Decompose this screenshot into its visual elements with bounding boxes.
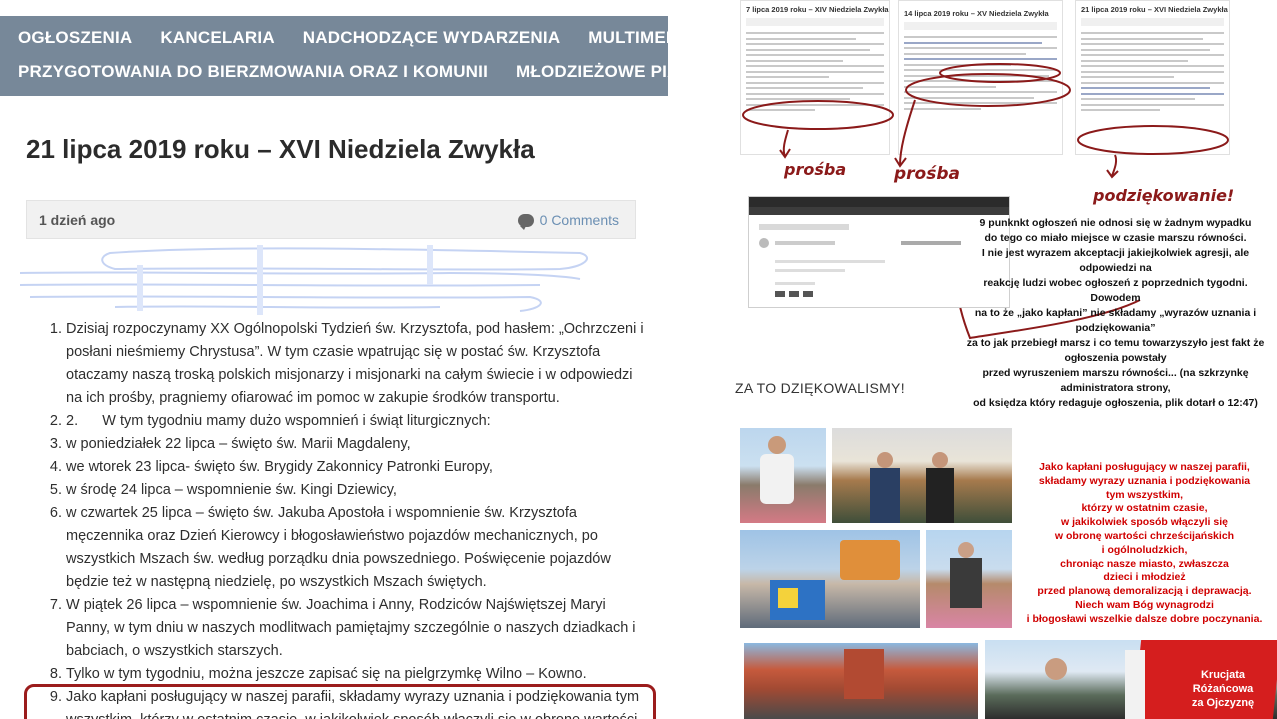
item-number: 7. [49,597,62,613]
list-item: 7. W piątek 26 lipca – wspomnienie św. Jo… [26,594,646,663]
comment-icon [517,213,534,230]
photo-group [832,428,1012,523]
highlight-box [24,684,656,719]
item-text: Dzisiaj rozpoczynamy XX Ogólnopolski Tyd… [66,321,644,406]
item-number: 8. [49,666,62,682]
scribbled-out-text [20,245,588,315]
thanks-line: przed planową demoralizacją i deprawacją… [1037,585,1252,598]
thanks-line: dzieci i młodzież [1103,571,1186,584]
item-text: w poniedziałek 22 lipca – święto św. Mar… [66,436,411,452]
item-number: 1. [49,321,62,337]
item-number: 3. [49,436,62,452]
explanation-line: 9 punknkt ogłoszeń nie odnosi się w żadn… [979,217,1252,229]
explanation-line: na to że „jako kapłani” nie składamy „wy… [974,307,1257,334]
explanation-line: od księdza który redaguje ogłoszenia, pl… [973,397,1258,409]
red-thanks-text: Jako kapłani posługujący w naszej parafi… [1012,428,1277,628]
item-text: Tylko w tym tygodniu, można jeszcze zapi… [66,666,587,682]
item-number: 5. [49,482,62,498]
nav-item-ogloszenia[interactable]: OGŁOSZENIA [18,28,132,48]
banner-line: Krucjata Różańcowa [1192,669,1254,695]
thanks-line: składamy wyrazy uznania i podziękowania [1038,474,1251,487]
item-number: 6. [49,505,62,521]
announcements-list: 1. Dzisiaj rozpoczynamy XX Ogólnopolski T… [26,318,646,719]
comments-link[interactable]: 0 Comments [517,212,619,230]
main-navigation: OGŁOSZENIA KANCELARIA NADCHODZĄCE WYDARZ… [0,16,700,96]
thanks-line: i błogosławi wszelkie dalsze dobre poczy… [1026,612,1263,625]
nav-item-kancelaria[interactable]: KANCELARIA [160,28,274,48]
item-number: 2. [49,413,62,429]
explanation-line: do tego co miało miejsce w czasie marszu… [984,232,1247,244]
item-text: we wtorek 23 lipca- święto św. Brygidy Z… [66,459,493,475]
explanation-line: przed wyruszeniem marszu równości... (na… [982,367,1249,394]
thanks-heading: ZA TO DZIĘKOWALISMY! [735,380,905,396]
list-item: 3. w poniedziałek 22 lipca – święto św. M… [26,433,646,456]
list-item: 5. w środę 24 lipca – wspomnienie św. Kin… [26,479,646,502]
collage-panel: 7 lipca 2019 roku – XIV Niedziela Zwykła… [700,0,1277,719]
thanks-line: w jakikolwiek sposób włączyli się [1061,516,1228,529]
thanks-line: chroniąc nasze miasto, zwłaszcza [1060,557,1229,570]
list-item: 4. we wtorek 23 lipca- święto św. Brygidy… [26,456,646,479]
photo-family [740,428,826,523]
post-date: 1 dzień ago [39,212,116,228]
window-titlebar [749,197,1009,207]
item-text: w środę 24 lipca – wspomnienie św. Kingi… [66,482,397,498]
item-text: w czwartek 25 lipca – święto św. Jakuba … [66,505,611,590]
nav-item-mlodziezowe[interactable]: MŁODZIEŻOWE PIĄTKI [516,62,700,82]
nav-item-bierzmowanie[interactable]: PRZYGOTOWANIA DO BIERZMOWANIA ORAZ I KOM… [18,62,488,82]
handwritten-note: prośba [784,160,847,179]
list-item: 2. 2. W tym tygodniu mamy dużo wspomnień … [26,410,646,433]
item-number: 4. [49,459,62,475]
banner-text: Krucjata Różańcowa za Ojczyznę [1173,668,1273,710]
photo-festival [740,530,920,628]
browser-bar [749,207,1009,215]
list-item: 1. Dzisiaj rozpoczynamy XX Ogólnopolski T… [26,318,646,410]
nav-item-multimedia[interactable]: MULTIMEDIA [588,28,695,48]
thanks-line: w obronę wartości chrześcijańskich [1054,529,1235,542]
nav-row-2: PRZYGOTOWANIA DO BIERZMOWANIA ORAZ I KOM… [18,62,700,82]
handwritten-note: prośba [894,164,960,184]
thanks-line: tym wszystkim, [1105,488,1184,501]
parish-website-panel: OGŁOSZENIA KANCELARIA NADCHODZĄCE WYDARZ… [0,0,700,719]
list-item: 6. w czwartek 25 lipca – święto św. Jakub… [26,502,646,594]
post-meta-bar: 1 dzień ago 0 Comments [26,200,636,239]
explanation-line: za to jak przebiegł marsz i co temu towa… [966,337,1265,364]
explanation-line: reakcję ludzi wobec ogłoszeń z poprzedni… [983,277,1248,304]
list-item: 8. Tylko w tym tygodniu, można jeszcze za… [26,663,646,686]
post-title: 21 lipca 2019 roku – XVI Niedziela Zwykł… [26,134,535,164]
thanks-line: i ogólnoludzkich, [1101,543,1188,556]
explanation-text: 9 punknkt ogłoszeń nie odnosi się w żadn… [958,216,1273,411]
banner-line: za Ojczyznę [1191,697,1255,709]
nav-item-wydarzenia[interactable]: NADCHODZĄCE WYDARZENIA [303,28,561,48]
comments-count: 0 Comments [539,212,619,228]
photo-church [744,643,978,719]
photo-mother-child [926,530,1012,628]
handwritten-note: podziękowanie! [1093,186,1235,205]
thanks-line: Niech wam Bóg wynagrodzi [1075,598,1214,611]
item-text: 2. W tym tygodniu mamy dużo wspomnień i … [66,413,491,429]
explanation-line: I nie jest wyrazem akceptacji jakiejkolw… [981,247,1250,274]
item-text: W piątek 26 lipca – wspomnienie św. Joac… [66,597,636,659]
nav-row-1: OGŁOSZENIA KANCELARIA NADCHODZĄCE WYDARZ… [18,28,700,48]
thanks-line: którzy w ostatnim czasie, [1081,502,1208,515]
thanks-line: Jako kapłani posługujący w naszej parafi… [1039,461,1250,473]
top-strip [0,0,668,16]
